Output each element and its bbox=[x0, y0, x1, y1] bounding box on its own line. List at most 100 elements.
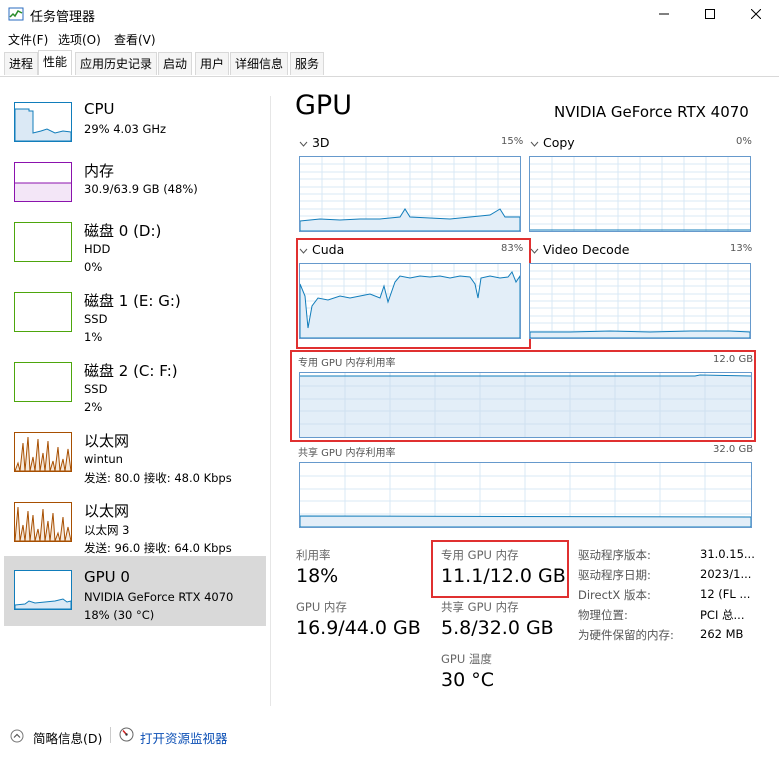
driver-date-label: 驱动程序日期: bbox=[578, 568, 651, 582]
close-button[interactable] bbox=[733, 0, 779, 28]
sidebar-cpu-title: CPU bbox=[84, 100, 115, 118]
resource-monitor-icon[interactable] bbox=[119, 727, 134, 746]
sidebar-ethernet1-throughput: 发送: 80.0 接收: 48.0 Kbps bbox=[84, 471, 232, 485]
cpu-thumbnail bbox=[14, 102, 72, 142]
maximize-icon bbox=[705, 9, 715, 19]
hardware-reserved-memory-value: 262 MB bbox=[700, 627, 744, 641]
minimize-icon bbox=[659, 13, 669, 15]
sidebar-disk2-title: 磁盘 2 (C: F:) bbox=[84, 362, 178, 380]
sidebar-item-memory[interactable]: 内存 30.9/63.9 GB (48%) bbox=[4, 148, 266, 216]
title-bar: 任务管理器 bbox=[0, 0, 779, 28]
chevron-down-icon bbox=[530, 248, 539, 254]
sidebar-gpu0-usage: 18% (30 °C) bbox=[84, 608, 155, 622]
engine-copy-label: Copy bbox=[542, 135, 575, 150]
maximize-button[interactable] bbox=[687, 0, 733, 28]
sidebar-disk0-type: HDD bbox=[84, 242, 111, 256]
sidebar-item-disk1[interactable]: 磁盘 1 (E: G:) SSD 1% bbox=[4, 278, 266, 346]
disk1-thumbnail bbox=[14, 292, 72, 332]
physical-location-label: 物理位置: bbox=[578, 608, 628, 622]
close-icon bbox=[751, 9, 761, 19]
sidebar-item-ethernet-3[interactable]: 以太网 以太网 3 发送: 96.0 接收: 64.0 Kbps bbox=[4, 488, 266, 556]
sidebar-disk1-type: SSD bbox=[84, 312, 108, 326]
sidebar-memory-title: 内存 bbox=[84, 162, 115, 180]
engine-copy-selector[interactable]: Copy bbox=[530, 135, 575, 150]
physical-location-value: PCI 总... bbox=[700, 608, 745, 622]
hardware-reserved-memory-label: 为硬件保留的内存: bbox=[578, 628, 674, 642]
engine-3d-label: 3D bbox=[311, 135, 330, 150]
sidebar-item-disk0[interactable]: 磁盘 0 (D:) HDD 0% bbox=[4, 208, 266, 276]
shared-memory-graph-max: 32.0 GB bbox=[713, 444, 754, 455]
menu-options[interactable]: 选项(O) bbox=[58, 31, 101, 48]
tab-bar: 进程 性能 应用历史记录 启动 用户 详细信息 服务 bbox=[0, 50, 779, 77]
gpu0-thumbnail bbox=[14, 570, 72, 610]
driver-version-label: 驱动程序版本: bbox=[578, 548, 651, 562]
cuda-highlight-box bbox=[296, 238, 531, 349]
engine-3d-selector[interactable]: 3D bbox=[299, 135, 330, 150]
disk2-thumbnail bbox=[14, 362, 72, 402]
ethernet1-thumbnail bbox=[14, 432, 72, 472]
open-resource-monitor-link[interactable]: 打开资源监视器 bbox=[140, 728, 228, 747]
collapse-chevron-icon[interactable] bbox=[10, 728, 24, 747]
memory-thumbnail bbox=[14, 162, 72, 202]
sidebar-disk0-title: 磁盘 0 (D:) bbox=[84, 222, 162, 240]
sidebar-item-disk2[interactable]: 磁盘 2 (C: F:) SSD 2% bbox=[4, 348, 266, 416]
sidebar-disk2-type: SSD bbox=[84, 382, 108, 396]
sidebar-disk2-usage: 2% bbox=[84, 400, 103, 414]
sidebar-ethernet2-throughput: 发送: 96.0 接收: 64.0 Kbps bbox=[84, 541, 232, 555]
driver-version-value: 31.0.15... bbox=[700, 547, 755, 561]
engine-video-decode-percent: 13% bbox=[730, 243, 753, 254]
chevron-down-icon bbox=[530, 141, 539, 147]
menu-view[interactable]: 查看(V) bbox=[114, 31, 156, 48]
tab-startup[interactable]: 启动 bbox=[158, 52, 193, 75]
sidebar-item-ethernet-wintun[interactable]: 以太网 wintun 发送: 80.0 接收: 48.0 Kbps bbox=[4, 418, 266, 486]
fewer-details-link[interactable]: 简略信息(D) bbox=[33, 728, 102, 747]
directx-version-value: 12 (FL ... bbox=[700, 587, 751, 601]
minimize-button[interactable] bbox=[641, 0, 687, 28]
sidebar-item-cpu[interactable]: CPU 29% 4.03 GHz bbox=[4, 88, 266, 156]
shared-memory-graph-label: 共享 GPU 内存利用率 bbox=[298, 448, 396, 459]
sidebar-item-gpu0[interactable]: GPU 0 NVIDIA GeForce RTX 4070 18% (30 °C… bbox=[4, 556, 266, 626]
sidebar-gpu0-model: NVIDIA GeForce RTX 4070 bbox=[84, 590, 234, 604]
gpu-memory-value: 16.9/44.0 GB bbox=[296, 617, 421, 639]
driver-date-value: 2023/1... bbox=[700, 567, 752, 581]
sidebar-ethernet2-title: 以太网 bbox=[84, 502, 130, 520]
graph-copy bbox=[529, 156, 751, 232]
graph-3d bbox=[299, 156, 521, 232]
sidebar-cpu-detail: 29% 4.03 GHz bbox=[84, 122, 167, 136]
gpu-temperature-value: 30 °C bbox=[441, 669, 494, 691]
utilization-label: 利用率 bbox=[296, 548, 331, 562]
menu-bar: 文件(F) 选项(O) 查看(V) bbox=[0, 28, 779, 50]
utilization-value: 18% bbox=[296, 565, 339, 587]
sidebar-gpu0-title: GPU 0 bbox=[84, 568, 130, 586]
sidebar: CPU 29% 4.03 GHz 内存 30.9/63.9 GB (48%) 磁… bbox=[0, 80, 270, 700]
chevron-down-icon bbox=[299, 141, 308, 147]
directx-version-label: DirectX 版本: bbox=[578, 588, 651, 602]
page-title: GPU bbox=[295, 90, 352, 121]
sidebar-disk0-usage: 0% bbox=[84, 260, 103, 274]
dedicated-memory-highlight-box bbox=[290, 350, 756, 442]
menu-file[interactable]: 文件(F) bbox=[8, 31, 48, 48]
task-manager-icon bbox=[8, 6, 24, 22]
engine-video-decode-selector[interactable]: Video Decode bbox=[530, 242, 629, 257]
sidebar-disk1-title: 磁盘 1 (E: G:) bbox=[84, 292, 181, 310]
graph-video-decode bbox=[529, 263, 751, 339]
ethernet2-thumbnail bbox=[14, 502, 72, 542]
shared-gpu-memory-value: 5.8/32.0 GB bbox=[441, 617, 554, 639]
engine-video-decode-label: Video Decode bbox=[542, 242, 630, 257]
gpu-memory-label: GPU 内存 bbox=[296, 600, 347, 614]
graph-shared-memory bbox=[299, 462, 752, 528]
sidebar-disk1-usage: 1% bbox=[84, 330, 103, 344]
shared-gpu-memory-label: 共享 GPU 内存 bbox=[441, 600, 519, 614]
engine-3d-percent: 15% bbox=[501, 136, 524, 147]
tab-services[interactable]: 服务 bbox=[290, 52, 325, 75]
tab-app-history[interactable]: 应用历史记录 bbox=[75, 52, 158, 75]
sidebar-memory-detail: 30.9/63.9 GB (48%) bbox=[84, 182, 198, 196]
tab-details[interactable]: 详细信息 bbox=[230, 52, 289, 75]
window-title: 任务管理器 bbox=[30, 10, 96, 25]
pane-divider[interactable] bbox=[270, 96, 271, 706]
tab-performance[interactable]: 性能 bbox=[38, 50, 73, 75]
tab-processes[interactable]: 进程 bbox=[4, 52, 39, 75]
sidebar-ethernet1-title: 以太网 bbox=[84, 432, 130, 450]
tab-users[interactable]: 用户 bbox=[195, 52, 230, 75]
footer-bar: 简略信息(D) 打开资源监视器 bbox=[0, 715, 779, 755]
